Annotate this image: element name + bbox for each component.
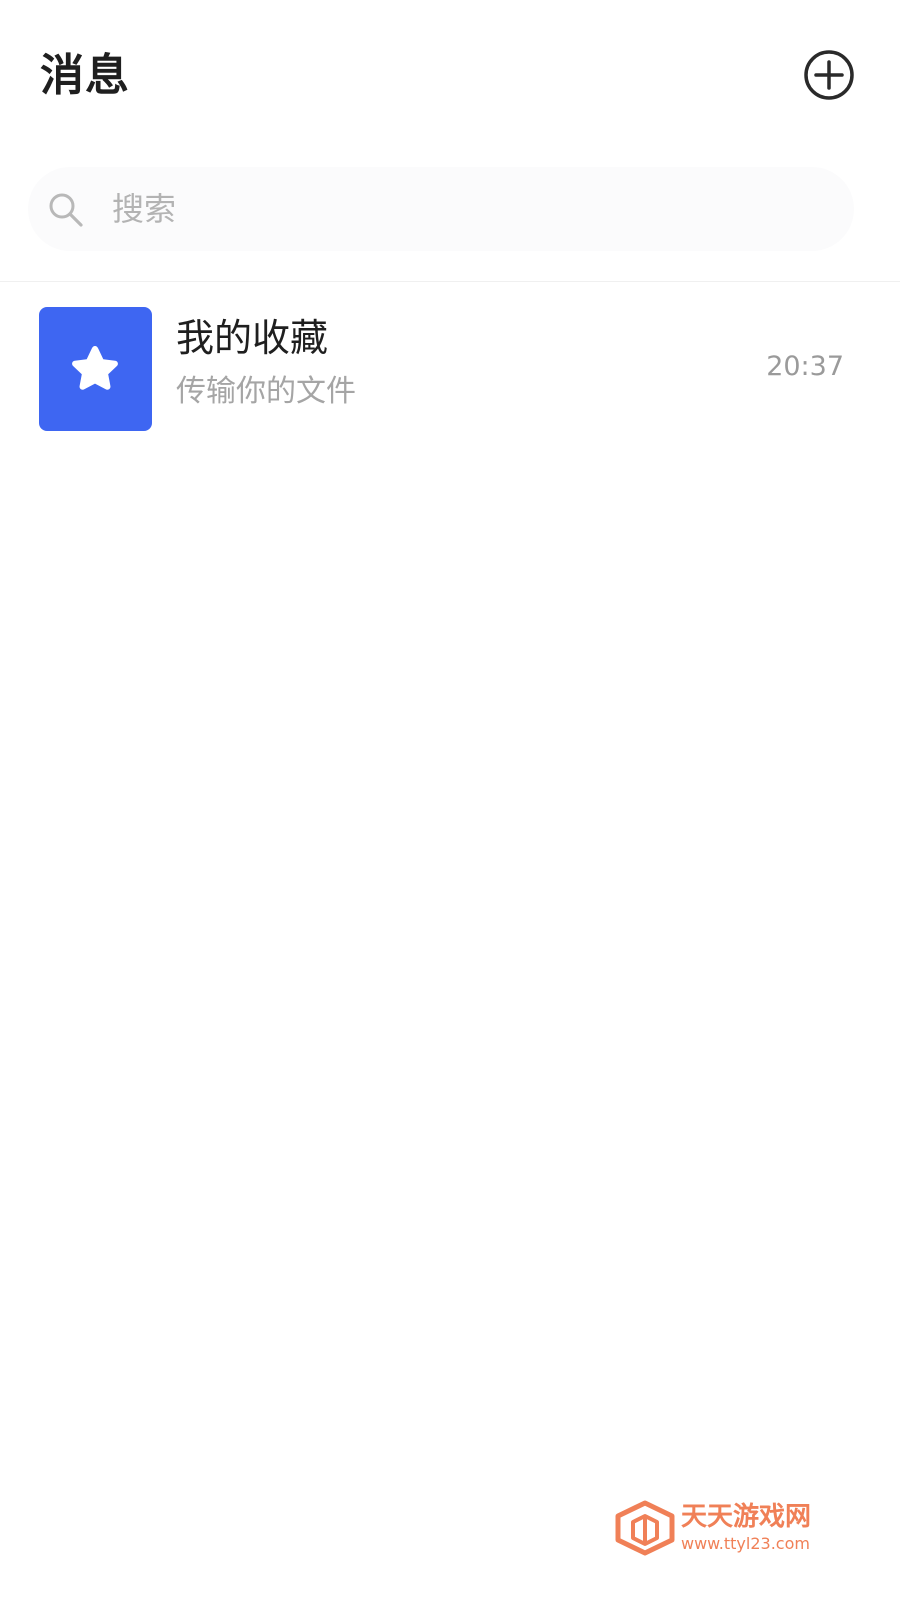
add-button[interactable]: [803, 49, 855, 101]
watermark: 天天游戏网 www.ttyl23.com: [613, 1500, 843, 1560]
search-icon: [49, 193, 83, 227]
divider: [0, 281, 900, 282]
top-header: 消息: [0, 0, 900, 150]
search-input[interactable]: [112, 180, 812, 238]
page-title: 消息: [40, 50, 130, 101]
star-icon: [72, 346, 118, 390]
watermark-logo-icon: [615, 1500, 675, 1556]
watermark-name: 天天游戏网: [681, 1502, 812, 1532]
chat-title: 我的收藏: [176, 316, 329, 360]
chat-time: 20:37: [766, 351, 844, 382]
chat-item-favorites[interactable]: 我的收藏 传输你的文件 20:37: [0, 292, 900, 446]
chat-subtitle: 传输你的文件: [176, 374, 356, 409]
avatar: [39, 307, 152, 431]
plus-circle-icon: [804, 50, 854, 100]
watermark-url: www.ttyl23.com: [681, 1534, 810, 1553]
